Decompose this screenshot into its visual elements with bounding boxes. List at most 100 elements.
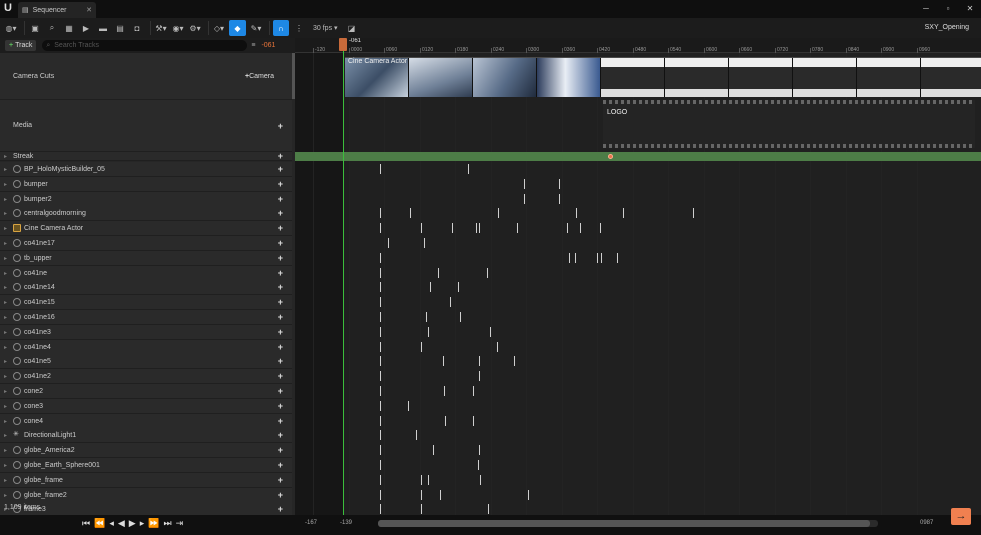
- keyframe[interactable]: [380, 342, 381, 352]
- keyframe[interactable]: [479, 445, 480, 455]
- add-icon[interactable]: +: [278, 475, 283, 485]
- keyframe[interactable]: [380, 386, 381, 396]
- curve-editor-icon[interactable]: ◪: [345, 20, 359, 36]
- keyframe[interactable]: [380, 504, 381, 514]
- jump-to-start-icon[interactable]: ⏮: [82, 518, 90, 529]
- add-icon[interactable]: +: [278, 386, 283, 396]
- keyframe[interactable]: [421, 504, 422, 514]
- navigate-arrow-icon[interactable]: →: [951, 508, 971, 525]
- keyframe[interactable]: [490, 327, 491, 337]
- next-key-icon[interactable]: ⏩: [148, 518, 159, 529]
- track-row[interactable]: ▸ co41ne3 +: [0, 325, 292, 340]
- loop-icon[interactable]: ⇥: [176, 518, 184, 529]
- keyframe[interactable]: [559, 179, 560, 189]
- keyframe[interactable]: [380, 416, 381, 426]
- expand-arrow-icon[interactable]: ▸: [4, 255, 10, 262]
- keyframe[interactable]: [473, 386, 474, 396]
- add-icon[interactable]: +: [278, 282, 283, 292]
- keyframe[interactable]: [443, 356, 444, 366]
- keyframe[interactable]: [444, 386, 445, 396]
- track-row[interactable]: Media +: [0, 100, 292, 152]
- add-camera-button[interactable]: +Camera: [245, 73, 274, 80]
- keyframe[interactable]: [440, 490, 441, 500]
- add-icon[interactable]: +: [278, 312, 283, 322]
- browse-icon[interactable]: ⌕: [45, 20, 59, 36]
- keyframe[interactable]: [514, 356, 515, 366]
- expand-arrow-icon[interactable]: ▸: [4, 270, 10, 277]
- tools-icon[interactable]: ⚒▾: [154, 20, 168, 36]
- keyframe[interactable]: [424, 238, 425, 248]
- snap-icon[interactable]: ∩: [273, 20, 289, 36]
- track-row[interactable]: ▸ cone3 +: [0, 399, 292, 414]
- keyframe[interactable]: [600, 223, 601, 233]
- keyframe[interactable]: [460, 312, 461, 322]
- add-icon[interactable]: +: [278, 460, 283, 470]
- track-row[interactable]: ▸ co41ne14 +: [0, 280, 292, 295]
- world-icon[interactable]: ◍▾: [4, 20, 18, 36]
- add-icon[interactable]: +: [278, 164, 283, 174]
- track-row[interactable]: ▸ centralgoodmorning +: [0, 206, 292, 221]
- expand-arrow-icon[interactable]: ▸: [4, 358, 10, 365]
- track-row[interactable]: ▸ bumper +: [0, 177, 292, 192]
- previous-key-icon[interactable]: ⏪: [94, 518, 105, 529]
- keyframe[interactable]: [380, 460, 381, 470]
- minimize-icon[interactable]: ─: [915, 0, 937, 18]
- keyframe[interactable]: [388, 238, 389, 248]
- track-row[interactable]: ▸ globe_frame2 +: [0, 488, 292, 503]
- expand-arrow-icon[interactable]: ▸: [4, 432, 10, 439]
- keyframe[interactable]: [601, 253, 602, 263]
- keyframe[interactable]: [421, 342, 422, 352]
- save-icon[interactable]: ▣: [28, 20, 42, 36]
- keyframe[interactable]: [421, 475, 422, 485]
- play-icon[interactable]: ▶: [129, 518, 136, 529]
- find-asset-icon[interactable]: ▦: [62, 20, 76, 36]
- add-icon[interactable]: +: [278, 179, 283, 189]
- keyframe[interactable]: [476, 223, 477, 233]
- keyframe[interactable]: [528, 490, 529, 500]
- keyframe[interactable]: [693, 208, 694, 218]
- expand-arrow-icon[interactable]: ▸: [4, 240, 10, 247]
- step-back-icon[interactable]: ◂: [109, 518, 114, 529]
- sequence-name[interactable]: SXY_Opening: [925, 24, 969, 31]
- view-options-icon[interactable]: ◉▾: [171, 20, 185, 36]
- keyframe[interactable]: [479, 223, 480, 233]
- expand-arrow-icon[interactable]: ▸: [4, 166, 10, 173]
- keyframe[interactable]: [567, 223, 568, 233]
- add-icon[interactable]: +: [278, 342, 283, 352]
- playback-range-start[interactable]: -139: [340, 520, 352, 526]
- add-icon[interactable]: +: [278, 151, 283, 161]
- expand-arrow-icon[interactable]: ▸: [4, 329, 10, 336]
- track-row[interactable]: ▸ globe_Earth_Sphere001 +: [0, 458, 292, 473]
- streak-keyframe[interactable]: [608, 154, 613, 159]
- keyframe[interactable]: [479, 356, 480, 366]
- view-range-end[interactable]: 0987: [920, 520, 933, 526]
- expand-arrow-icon[interactable]: ▸: [4, 344, 10, 351]
- expand-arrow-icon[interactable]: ▸: [4, 210, 10, 217]
- render-movie-icon[interactable]: ▶: [79, 20, 93, 36]
- keyframe[interactable]: [479, 371, 480, 381]
- add-icon[interactable]: +: [278, 208, 283, 218]
- keyframe[interactable]: [617, 253, 618, 263]
- track-row[interactable]: ▸ Streak +: [0, 151, 292, 161]
- keyframe[interactable]: [421, 490, 422, 500]
- add-icon[interactable]: +: [278, 490, 283, 500]
- keyframe[interactable]: [487, 268, 488, 278]
- keyframe[interactable]: [468, 164, 469, 174]
- keyframe[interactable]: [380, 371, 381, 381]
- add-icon[interactable]: +: [278, 194, 283, 204]
- keyframe[interactable]: [433, 445, 434, 455]
- keyframe[interactable]: [380, 253, 381, 263]
- keyframe[interactable]: [428, 327, 429, 337]
- track-row[interactable]: ▸ globe_America2 +: [0, 443, 292, 458]
- add-icon[interactable]: +: [278, 371, 283, 381]
- time-ruler[interactable]: -120 0000 0060 0120 0180 0240 0300 0360 0420 0480…: [295, 38, 981, 53]
- add-icon[interactable]: +: [278, 356, 283, 366]
- add-icon[interactable]: +: [278, 401, 283, 411]
- expand-arrow-icon[interactable]: ▸: [4, 477, 10, 484]
- keyframe[interactable]: [623, 208, 624, 218]
- expand-arrow-icon[interactable]: ▸: [4, 299, 10, 306]
- keyframe[interactable]: [458, 282, 459, 292]
- track-row[interactable]: ▸ Cine Camera Actor +: [0, 221, 292, 236]
- unreal-logo-icon[interactable]: U: [4, 2, 16, 15]
- playback-options-icon[interactable]: ⚙▾: [188, 20, 202, 36]
